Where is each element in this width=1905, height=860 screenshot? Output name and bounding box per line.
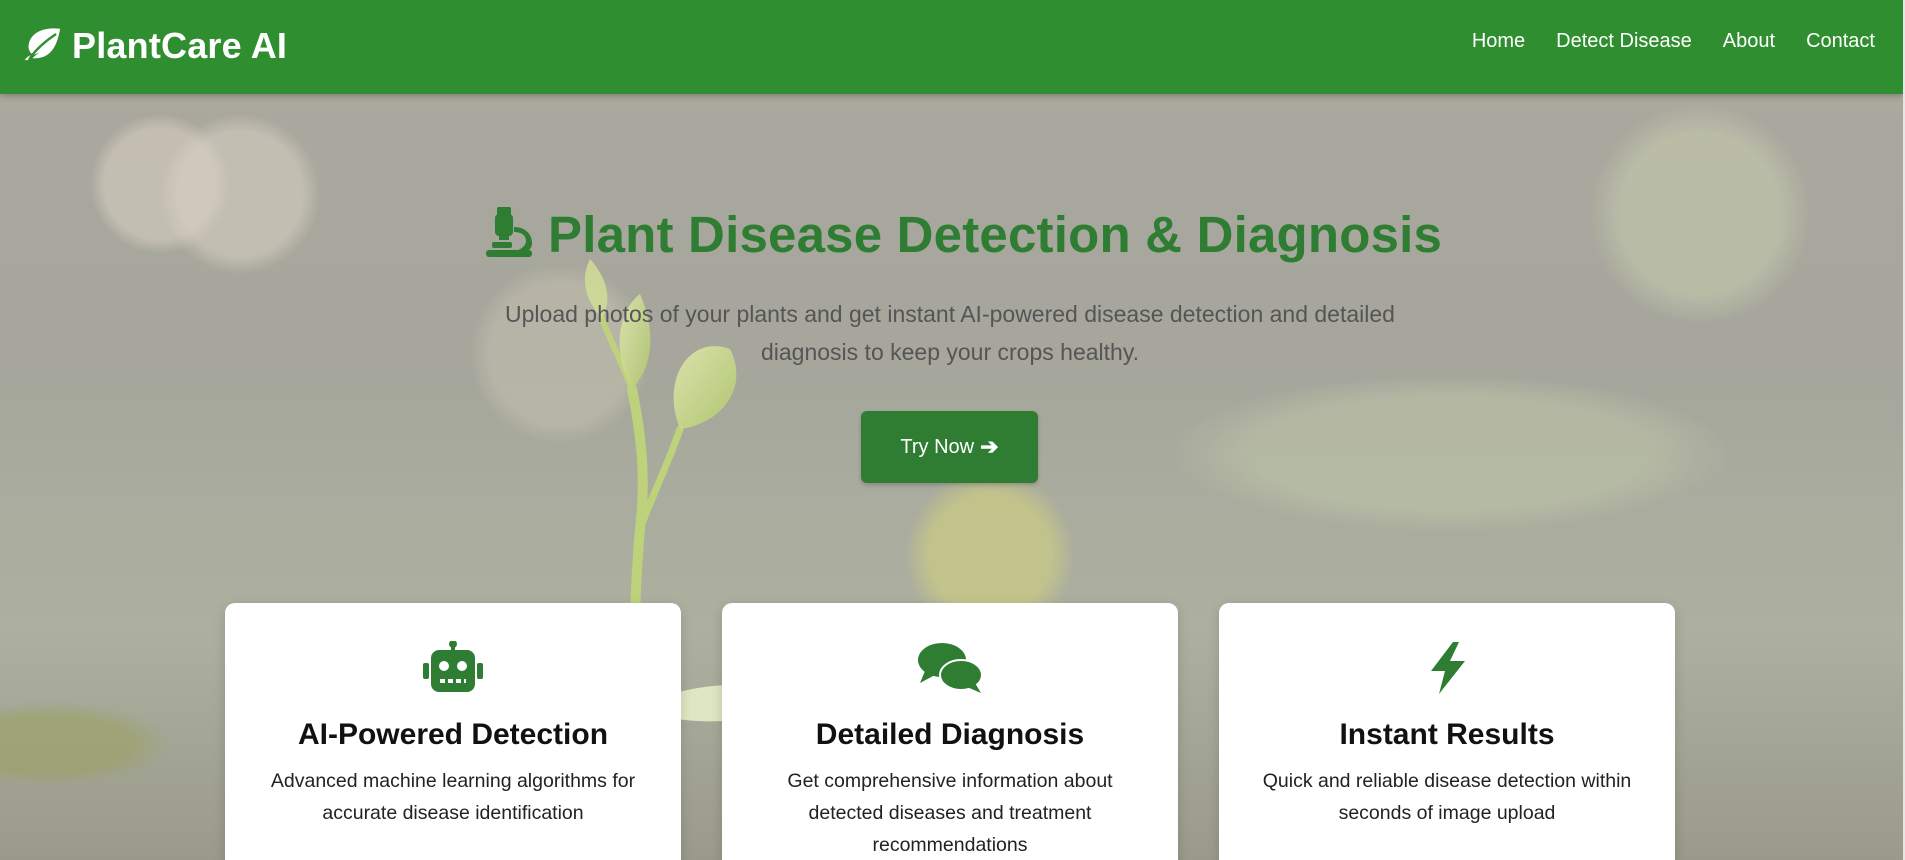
- nav-link-home[interactable]: Home: [1472, 30, 1525, 53]
- microscope-icon: [480, 205, 534, 264]
- arrow-right-icon: ➔: [980, 434, 999, 459]
- feature-card-instant-results: Instant Results Quick and reliable disea…: [1219, 603, 1675, 860]
- robot-icon: [421, 640, 485, 698]
- feature-title: Instant Results: [1339, 718, 1555, 751]
- brand-name: PlantCare AI: [72, 25, 288, 66]
- brand-logo-link[interactable]: PlantCare AI: [24, 22, 287, 70]
- navbar: PlantCare AI Home Detect Disease About C…: [0, 0, 1903, 94]
- page: PlantCare AI Home Detect Disease About C…: [0, 0, 1903, 860]
- feature-title: Detailed Diagnosis: [815, 718, 1085, 751]
- nav-link-contact[interactable]: Contact: [1806, 30, 1875, 53]
- feature-description: Get comprehensive information about dete…: [787, 770, 1113, 856]
- nav-link-detect-disease[interactable]: Detect Disease: [1556, 30, 1692, 53]
- hero-subtitle: Upload photos of your plants and get ins…: [505, 301, 1395, 365]
- bolt-icon: [1425, 641, 1469, 700]
- feature-card-ai-detection: AI-Powered Detection Advanced machine le…: [225, 603, 681, 860]
- hero-title: Plant Disease Detection & Diagnosis: [548, 206, 1443, 263]
- leaf-icon: [24, 26, 62, 67]
- feature-description: Quick and reliable disease detection wit…: [1262, 770, 1632, 824]
- nav-link-about[interactable]: About: [1723, 30, 1775, 53]
- hero-heading: Plant Disease Detection & Diagnosis: [480, 205, 1442, 264]
- nav-menu: Home Detect Disease About Contact: [1472, 30, 1875, 53]
- comments-icon: [917, 641, 983, 700]
- feature-description: Advanced machine learning algorithms for…: [270, 770, 636, 824]
- try-now-label: Try Now: [900, 435, 975, 458]
- feature-card-detailed-diagnosis: Detailed Diagnosis Get comprehensive inf…: [722, 603, 1178, 860]
- feature-title: AI-Powered Detection: [297, 718, 609, 751]
- try-now-button[interactable]: Try Now ➔: [861, 411, 1038, 483]
